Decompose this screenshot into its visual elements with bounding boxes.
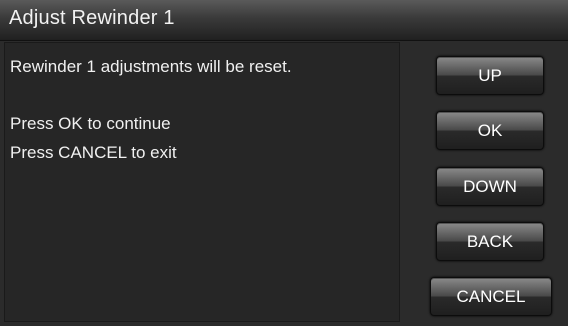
back-button[interactable]: BACK [436,222,544,261]
ok-button[interactable]: OK [436,111,544,150]
cancel-button[interactable]: CANCEL [430,277,552,316]
window-title: Adjust Rewinder 1 [9,7,175,29]
message-line-exit: Press CANCEL to exit [10,143,177,162]
title-bar: Adjust Rewinder 1 [0,0,568,41]
message-panel: Rewinder 1 adjustments will be reset. Pr… [4,42,400,322]
up-button[interactable]: UP [436,56,544,95]
message-line-continue: Press OK to continue [10,114,171,133]
message-line-reset: Rewinder 1 adjustments will be reset. [10,57,292,76]
screen: Adjust Rewinder 1 Rewinder 1 adjustments… [0,0,568,326]
down-button[interactable]: DOWN [436,167,544,206]
